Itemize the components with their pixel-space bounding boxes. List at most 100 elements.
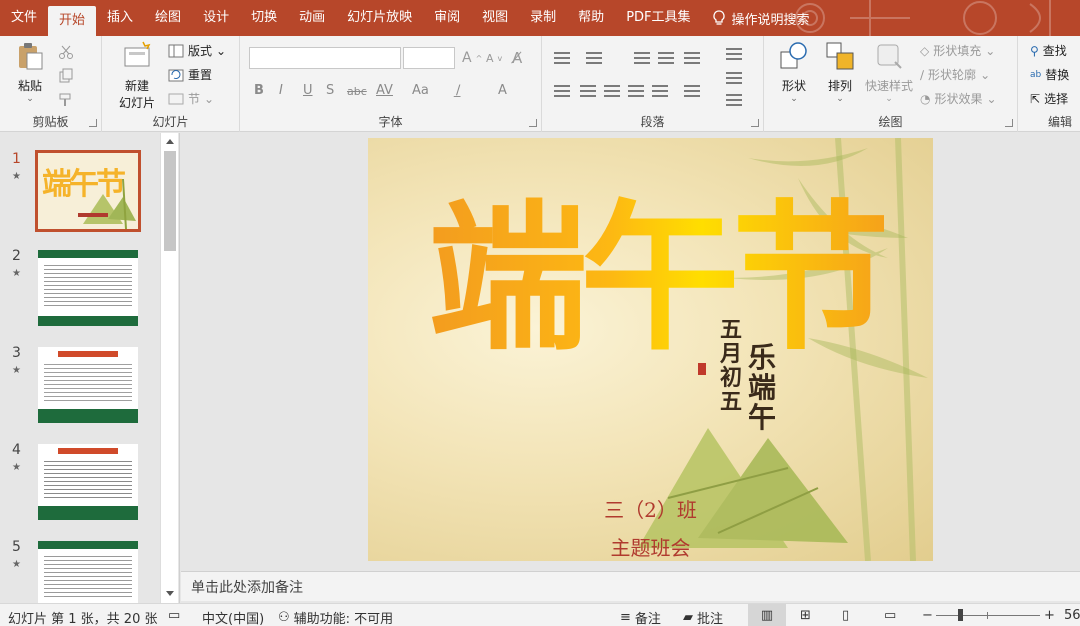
shape-fill-button[interactable]: ◇ 形状填充 ⌄ bbox=[920, 42, 995, 59]
notes-pane[interactable]: 单击此处添加备注 bbox=[181, 571, 1080, 601]
scroll-up-icon[interactable] bbox=[166, 139, 174, 144]
tab-home[interactable]: 开始 bbox=[48, 6, 97, 36]
slide-sorter-button[interactable]: ⊞ bbox=[800, 608, 811, 623]
tab-pdf-tools[interactable]: PDF工具集 bbox=[615, 0, 701, 36]
thumbnail-row[interactable]: 2 ★ bbox=[0, 248, 160, 328]
replace-button[interactable]: ab 替换 bbox=[1030, 66, 1069, 83]
tab-transitions[interactable]: 切换 bbox=[240, 0, 288, 36]
layout-label: 版式 bbox=[188, 44, 213, 58]
slide-title[interactable]: 端午节 bbox=[428, 178, 892, 378]
thumbnail-row[interactable]: 3 ★ bbox=[0, 345, 160, 425]
tab-draw[interactable]: 绘图 bbox=[144, 0, 192, 36]
section-button[interactable]: 节 ⌄ bbox=[168, 90, 214, 107]
justify-icon[interactable] bbox=[628, 85, 644, 97]
reading-view-button[interactable]: ▯ bbox=[842, 608, 849, 623]
zoom-slider-thumb[interactable] bbox=[958, 609, 963, 621]
find-label: 查找 bbox=[1042, 44, 1067, 58]
bold-button[interactable]: B bbox=[254, 83, 264, 98]
quick-styles-button[interactable]: 快速样式 ⌄ bbox=[862, 40, 916, 104]
slide-thumbnail[interactable] bbox=[38, 541, 138, 603]
tab-animations[interactable]: 动画 bbox=[288, 0, 336, 36]
slide-canvas[interactable]: 端午节 五月初五 乐端午 三（2）班 主题班会 bbox=[368, 138, 933, 561]
arrange-button[interactable]: 排列 ⌄ bbox=[820, 40, 860, 104]
highlight-icon[interactable]: ∕̲ bbox=[456, 83, 460, 98]
zoom-slider-track[interactable] bbox=[936, 615, 1040, 616]
animation-star-icon: ★ bbox=[12, 171, 21, 182]
zoom-out-button[interactable]: − bbox=[922, 608, 933, 623]
font-color-icon[interactable]: A bbox=[498, 83, 507, 98]
change-case-button[interactable]: Aa bbox=[412, 83, 429, 98]
clear-formatting-icon[interactable]: A̸ bbox=[512, 49, 522, 67]
format-painter-icon[interactable] bbox=[58, 92, 74, 108]
effects-icon: ◔ bbox=[920, 91, 931, 106]
shapes-button[interactable]: 形状 ⌄ bbox=[774, 40, 814, 104]
increase-font-icon[interactable]: A ^ bbox=[462, 50, 482, 66]
shadow-button[interactable]: S bbox=[326, 83, 334, 98]
cut-icon[interactable] bbox=[58, 44, 74, 60]
shape-effects-button[interactable]: ◔ 形状效果 ⌄ bbox=[920, 90, 997, 107]
font-size-dropdown[interactable] bbox=[403, 47, 455, 69]
notes-toggle[interactable]: ≡ 备注 bbox=[620, 608, 661, 626]
drawing-launcher[interactable] bbox=[1005, 119, 1013, 127]
slideshow-button[interactable]: ▭ bbox=[884, 608, 896, 623]
numbering-icon[interactable] bbox=[586, 52, 602, 64]
underline-button[interactable]: U bbox=[303, 83, 313, 98]
font-launcher[interactable] bbox=[529, 119, 537, 127]
paragraph-launcher[interactable] bbox=[751, 119, 759, 127]
slide-subtitle-topic[interactable]: 主题班会 bbox=[368, 532, 933, 561]
align-text-icon[interactable] bbox=[726, 72, 742, 84]
font-name-dropdown[interactable] bbox=[249, 47, 401, 69]
new-slide-button[interactable]: 新建 幻灯片 bbox=[108, 40, 166, 111]
char-spacing-button[interactable]: AV bbox=[376, 83, 393, 98]
tab-slideshow[interactable]: 幻灯片放映 bbox=[336, 0, 423, 36]
thumbnail-scrollbar[interactable] bbox=[160, 133, 178, 603]
copy-icon[interactable] bbox=[58, 68, 74, 84]
language-indicator[interactable]: 中文(中国) bbox=[202, 608, 264, 626]
reset-button[interactable]: 重置 bbox=[168, 66, 212, 83]
columns-icon[interactable] bbox=[684, 85, 700, 97]
shape-outline-button[interactable]: ∕ 形状轮廓 ⌄ bbox=[920, 66, 990, 83]
slide-thumbnail[interactable] bbox=[38, 347, 138, 423]
layout-button[interactable]: 版式 ⌄ bbox=[168, 42, 226, 59]
zoom-level[interactable]: 56 bbox=[1064, 608, 1080, 623]
line-spacing-icon[interactable] bbox=[684, 52, 700, 64]
tab-help[interactable]: 帮助 bbox=[567, 0, 615, 36]
bullets-icon[interactable] bbox=[554, 52, 570, 64]
align-center-icon[interactable] bbox=[580, 85, 596, 97]
comments-toggle[interactable]: ▰ 批注 bbox=[683, 608, 723, 626]
accessibility-status[interactable]: ⚇ 辅助功能: 不可用 bbox=[278, 608, 393, 626]
slide-thumbnail[interactable] bbox=[38, 250, 138, 326]
zoom-in-button[interactable]: + bbox=[1044, 608, 1055, 623]
tab-design[interactable]: 设计 bbox=[192, 0, 240, 36]
spell-check-icon[interactable]: ▭ bbox=[168, 608, 180, 623]
shape-fill-label: 形状填充 bbox=[933, 44, 982, 58]
align-right-icon[interactable] bbox=[604, 85, 620, 97]
tab-insert[interactable]: 插入 bbox=[96, 0, 144, 36]
decrease-indent-icon[interactable] bbox=[634, 52, 650, 64]
thumbnail-row[interactable]: 4 ★ bbox=[0, 442, 160, 522]
thumbnail-row[interactable]: 1 ★ 端午节 bbox=[0, 150, 160, 232]
distributed-icon[interactable] bbox=[652, 85, 668, 97]
text-direction-icon[interactable] bbox=[726, 48, 742, 60]
scroll-down-icon[interactable] bbox=[166, 591, 174, 596]
tab-file[interactable]: 文件 bbox=[0, 0, 48, 36]
select-button[interactable]: ⇱ 选择 bbox=[1030, 90, 1068, 107]
slide-thumbnail[interactable] bbox=[38, 444, 138, 520]
italic-button[interactable]: I bbox=[279, 83, 283, 98]
slide-thumbnail[interactable]: 端午节 bbox=[35, 150, 141, 232]
tab-view[interactable]: 视图 bbox=[471, 0, 519, 36]
paste-button[interactable]: 粘贴 ⌄ bbox=[8, 40, 52, 104]
normal-view-button[interactable]: ▥ bbox=[748, 604, 786, 626]
lightbulb-icon bbox=[712, 10, 725, 25]
decrease-font-icon[interactable]: Av bbox=[486, 52, 502, 65]
slide-subtitle-class[interactable]: 三（2）班 bbox=[368, 494, 933, 523]
find-button[interactable]: ⚲ 查找 bbox=[1030, 42, 1067, 59]
smartart-icon[interactable] bbox=[726, 94, 742, 106]
tab-review[interactable]: 审阅 bbox=[423, 0, 471, 36]
increase-indent-icon[interactable] bbox=[658, 52, 674, 64]
strikethrough-button[interactable]: abc bbox=[347, 85, 367, 98]
scrollbar-thumb[interactable] bbox=[164, 151, 176, 251]
clipboard-launcher[interactable] bbox=[89, 119, 97, 127]
align-left-icon[interactable] bbox=[554, 85, 570, 97]
tab-record[interactable]: 录制 bbox=[519, 0, 567, 36]
